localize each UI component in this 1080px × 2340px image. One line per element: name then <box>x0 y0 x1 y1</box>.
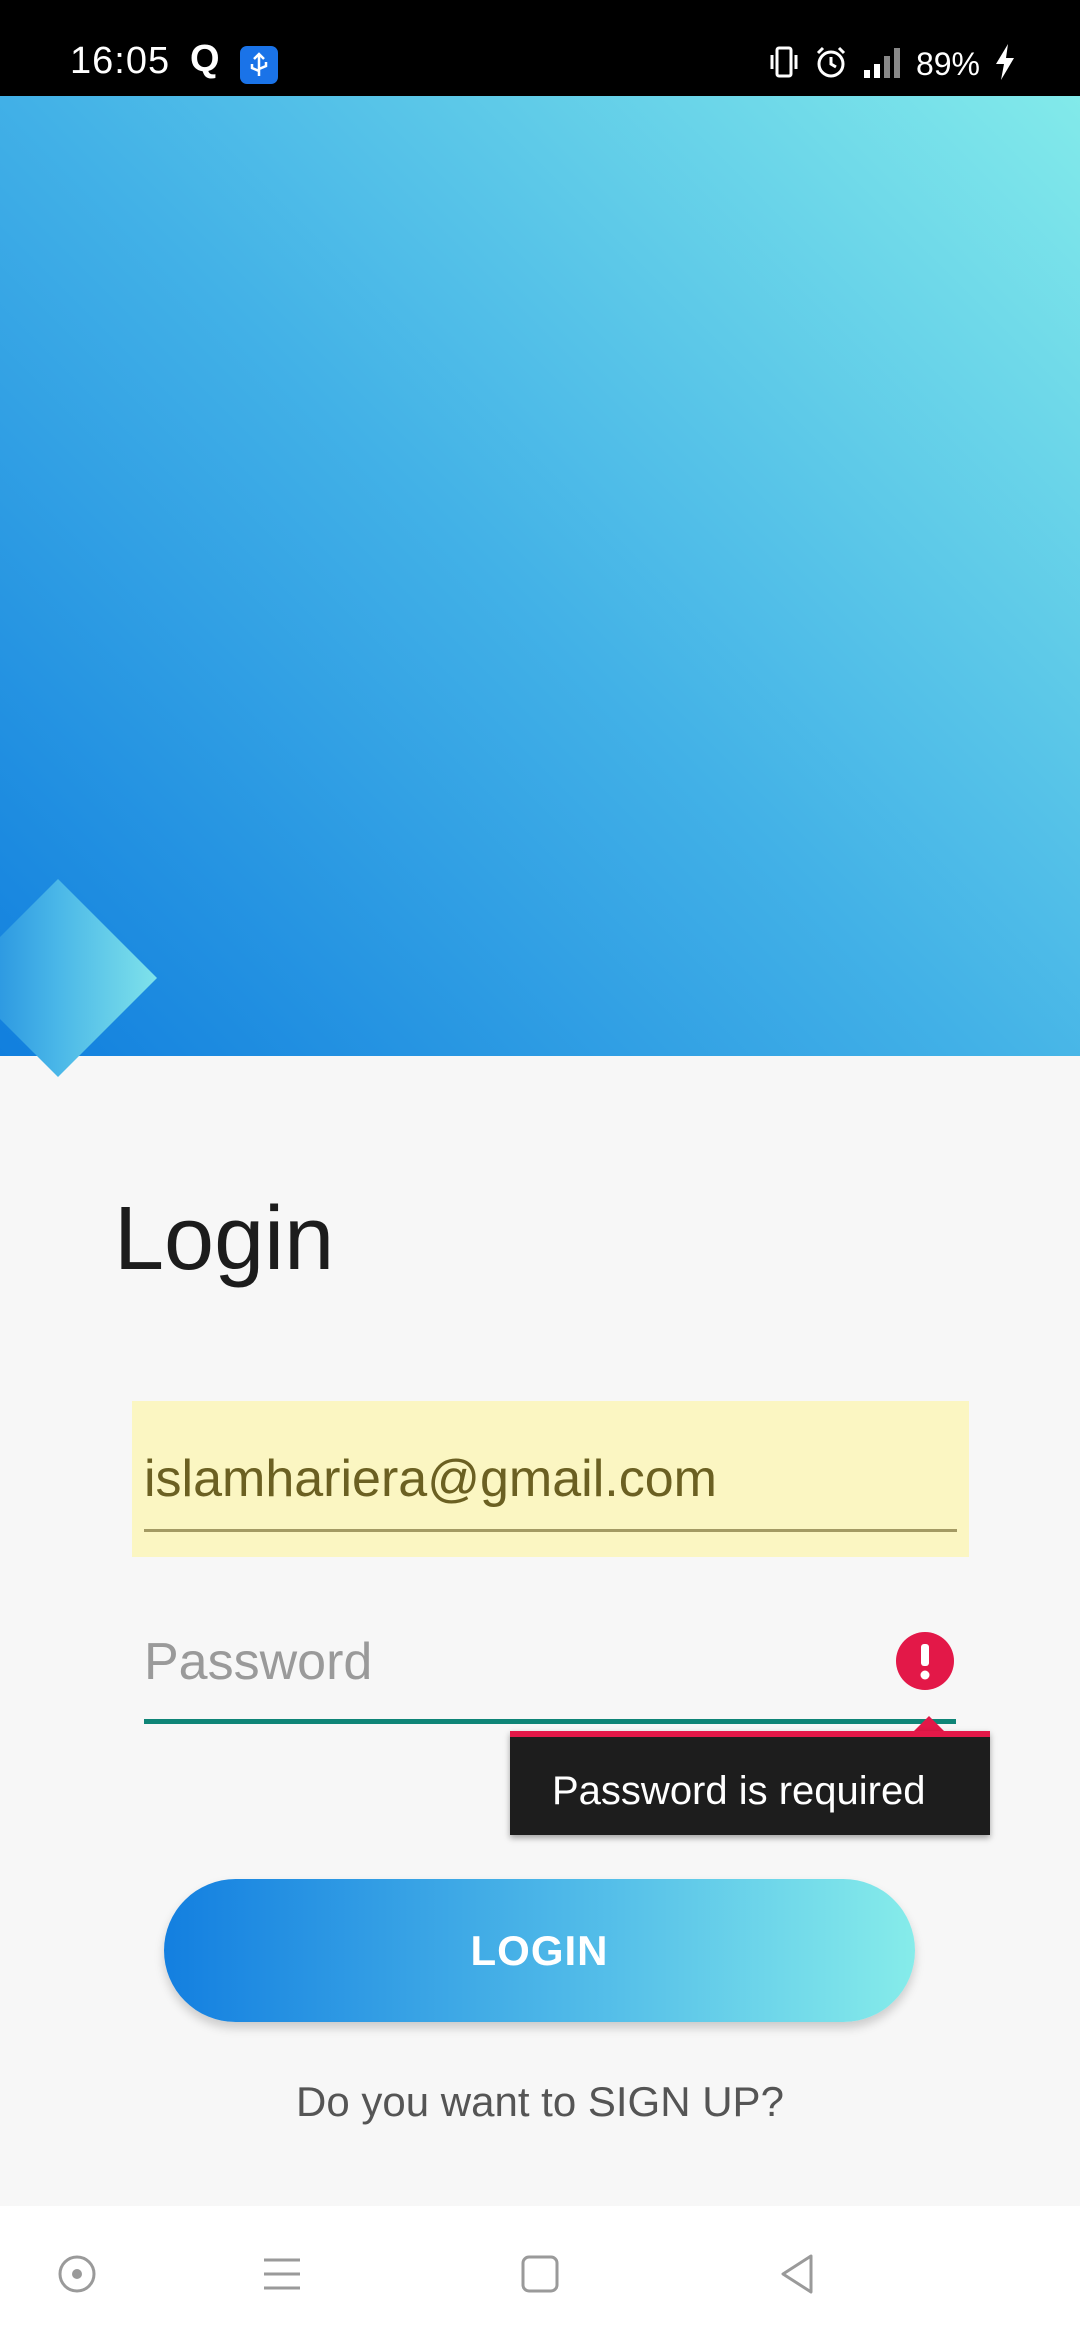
password-placeholder: Password <box>144 1633 373 1691</box>
menu-icon[interactable] <box>254 2246 310 2302</box>
status-right-group: 89% <box>768 44 1016 85</box>
email-field[interactable]: islamhariera@gmail.com <box>132 1401 969 1557</box>
navigation-bar <box>0 2206 1080 2340</box>
password-field[interactable]: Password <box>144 1620 956 1725</box>
login-button[interactable]: LOGIN <box>164 1879 915 2022</box>
email-underline <box>144 1529 957 1532</box>
signup-link[interactable]: Do you want to SIGN UP? <box>0 2078 1080 2126</box>
error-tooltip: Password is required <box>510 1731 990 1835</box>
email-value: islamhariera@gmail.com <box>144 1450 717 1508</box>
usb-icon <box>240 46 278 84</box>
back-triangle-icon[interactable] <box>769 2246 825 2302</box>
home-square-icon[interactable] <box>512 2246 568 2302</box>
alarm-icon <box>814 45 848 84</box>
signal-icon <box>862 46 902 83</box>
battery-percent: 89% <box>915 46 980 82</box>
error-message: Password is required <box>552 1769 926 1813</box>
circle-icon[interactable] <box>49 2246 105 2302</box>
error-icon[interactable] <box>896 1632 954 1690</box>
status-bar: 16:05 Q 89% <box>0 0 1080 96</box>
login-button-label: LOGIN <box>470 1926 609 1974</box>
password-underline <box>144 1719 956 1724</box>
charging-icon <box>994 44 1016 85</box>
vibrate-icon <box>768 45 800 84</box>
status-time: 16:05 <box>70 40 171 82</box>
page-title: Login <box>114 1189 335 1289</box>
header-gradient <box>0 96 1080 1056</box>
q-app-icon: Q <box>190 38 220 80</box>
